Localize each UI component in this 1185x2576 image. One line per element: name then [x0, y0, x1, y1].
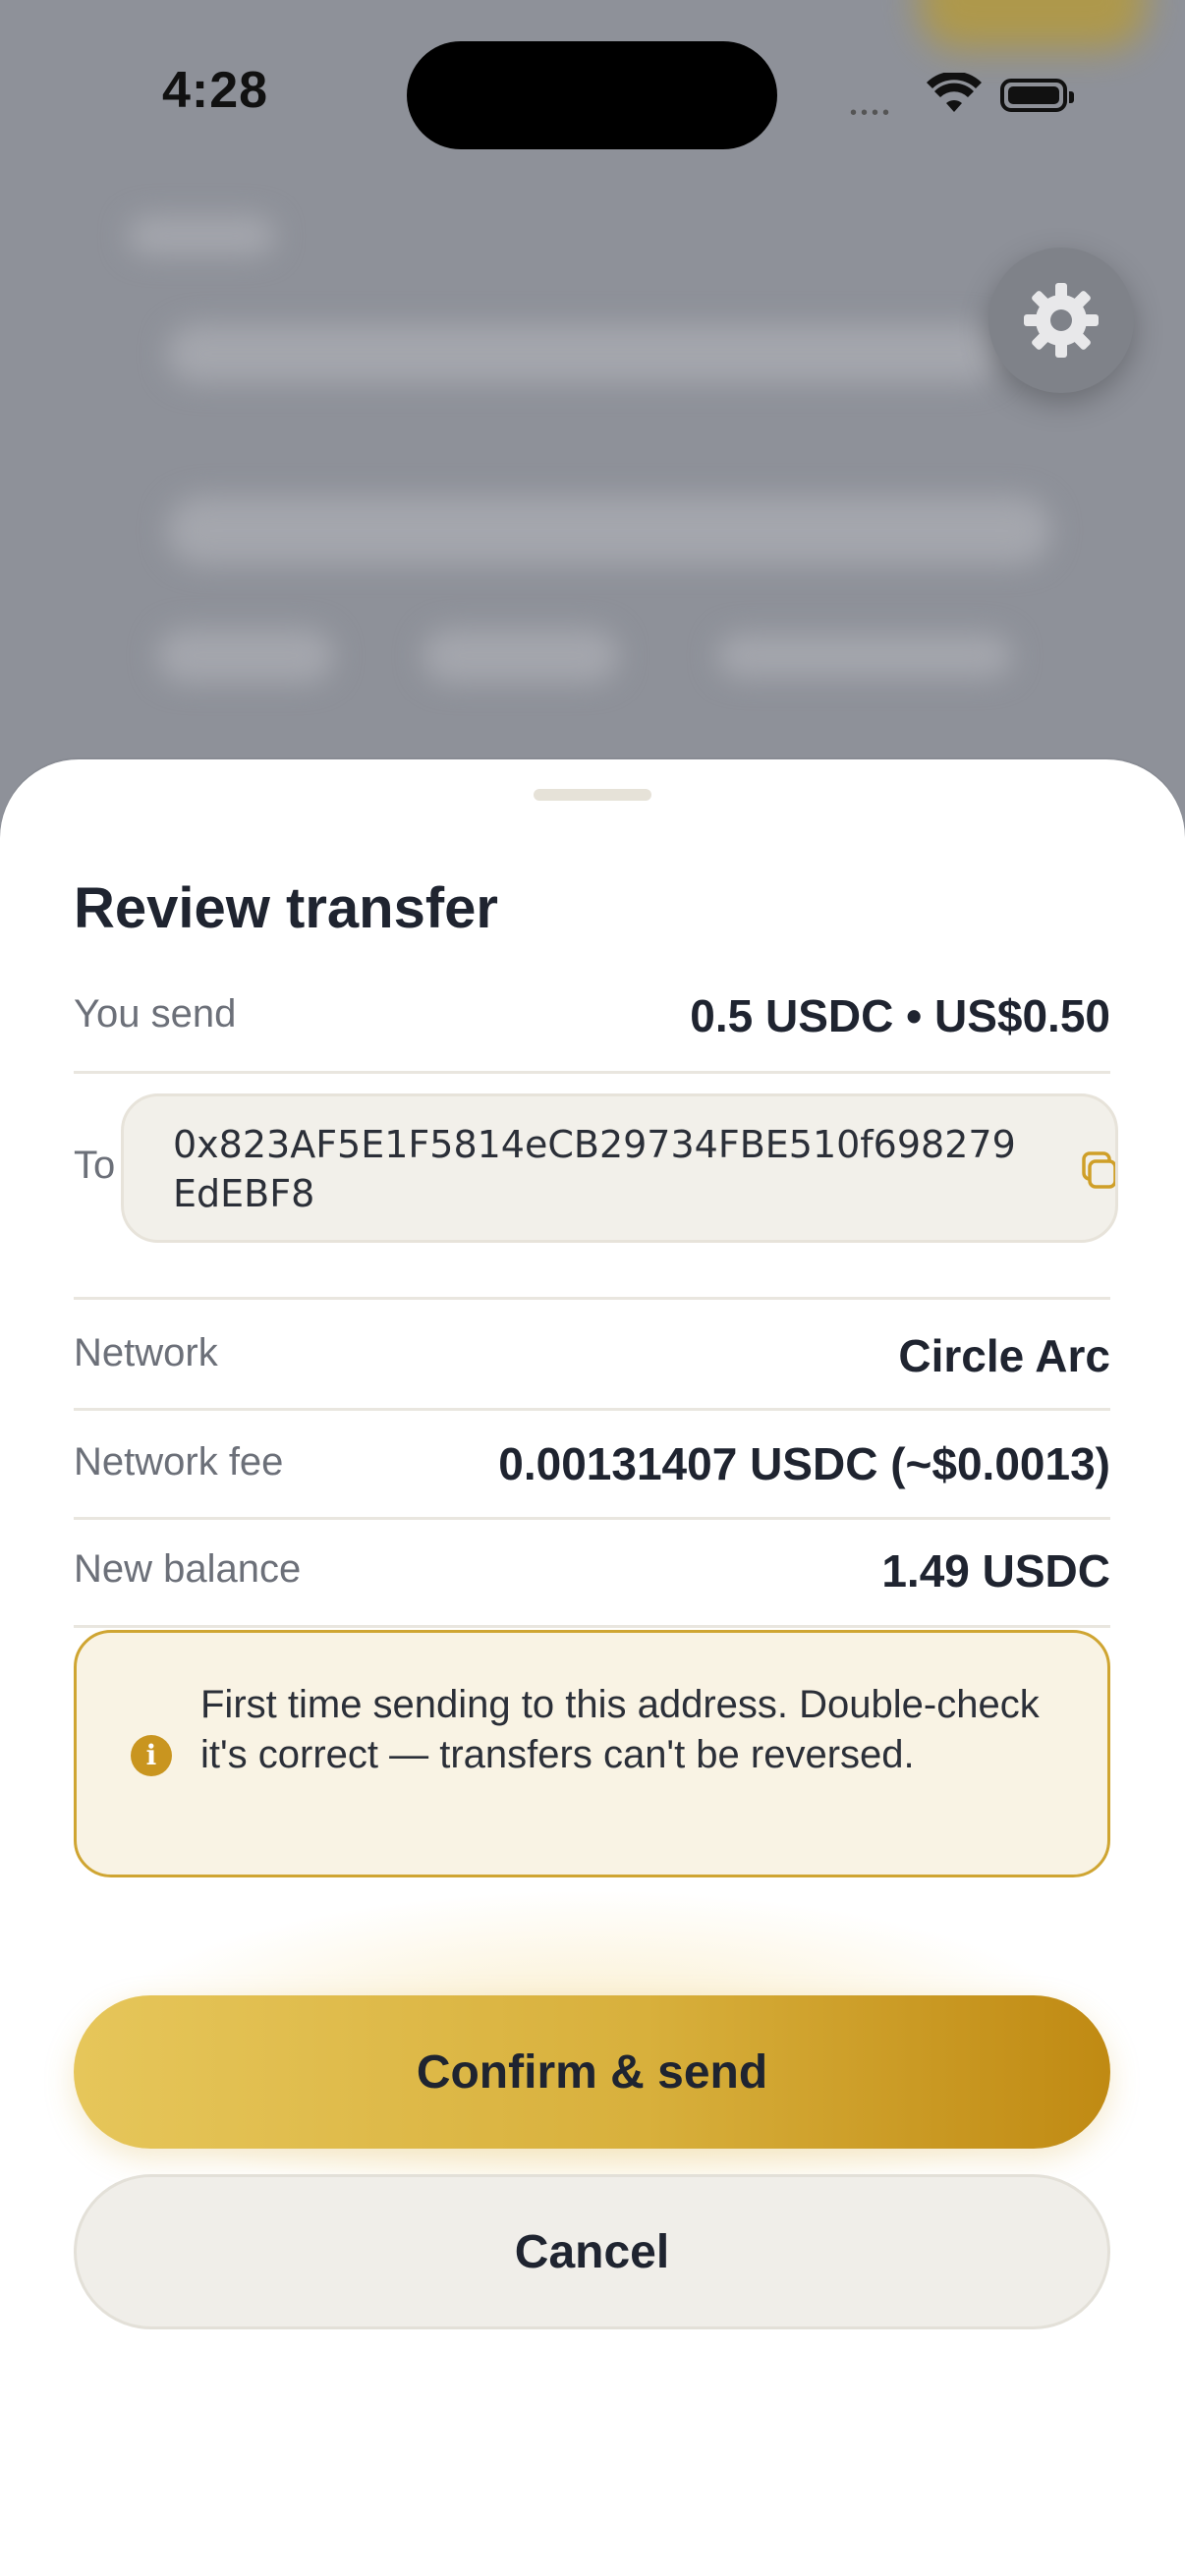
background-blur-block [423, 629, 619, 683]
background-blur-block [717, 634, 1012, 678]
info-icon: i [131, 1735, 172, 1776]
battery-icon [1000, 79, 1074, 112]
network-value: Circle Arc [898, 1330, 1110, 1381]
row-network: Network Circle Arc [74, 1300, 1110, 1411]
row-to: To 0x823AF5E1F5814eCB29734FBE510f698279E… [74, 1074, 1118, 1300]
settings-gear-icon [1024, 283, 1099, 358]
cancel-button[interactable]: Cancel [74, 2174, 1110, 2329]
background-blur-block [128, 216, 275, 255]
recipient-address: 0x823AF5E1F5814eCB29734FBE510f698279EdEB… [173, 1123, 1016, 1215]
recipient-address-field[interactable]: 0x823AF5E1F5814eCB29734FBE510f698279EdEB… [121, 1093, 1118, 1243]
row-network-fee: Network fee 0.00131407 USDC (~$0.0013) [74, 1411, 1110, 1520]
to-label: To [74, 1144, 116, 1187]
warning-message: First time sending to this address. Doub… [200, 1683, 1040, 1776]
sheet-title: Review transfer [74, 876, 498, 940]
you-send-value: 0.5 USDC • US$0.50 [690, 990, 1110, 1041]
background-blur-block [157, 629, 334, 683]
copy-icon[interactable] [1060, 1148, 1115, 1197]
sheet-drag-handle[interactable] [534, 789, 651, 801]
first-time-warning: i First time sending to this address. Do… [74, 1630, 1110, 1877]
wifi-icon [927, 73, 982, 112]
confirm-send-button[interactable]: Confirm & send [74, 1995, 1110, 2149]
review-transfer-sheet: Review transfer You send 0.5 USDC • US$0… [0, 759, 1185, 2576]
row-you-send: You send 0.5 USDC • US$0.50 [74, 980, 1110, 1074]
you-send-label: You send [74, 992, 237, 1036]
new-balance-value: 1.49 USDC [881, 1545, 1110, 1596]
new-balance-label: New balance [74, 1547, 302, 1591]
row-new-balance: New balance 1.49 USDC [74, 1520, 1110, 1628]
cellular-signal-icon: •••• [850, 102, 894, 124]
network-label: Network [74, 1331, 218, 1374]
dynamic-island [407, 41, 777, 149]
settings-button[interactable] [988, 248, 1134, 393]
background-blur-block [167, 496, 1051, 565]
status-bar: 4:28 •••• [0, 0, 1185, 196]
status-time: 4:28 [162, 62, 269, 119]
network-fee-label: Network fee [74, 1440, 284, 1484]
background-blur-block [167, 324, 1002, 383]
network-fee-value: 0.00131407 USDC (~$0.0013) [498, 1438, 1110, 1489]
